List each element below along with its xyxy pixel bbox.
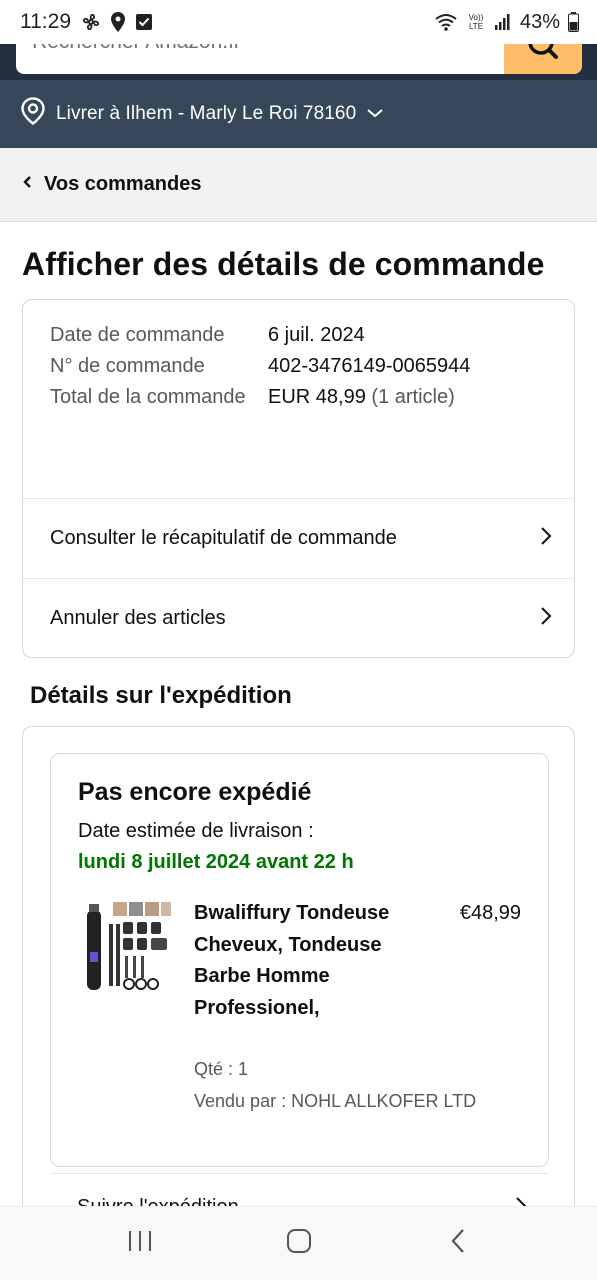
shipment-section-title: Détails sur l'expédition	[30, 682, 292, 709]
order-number-value: 402-3476149-0065944	[268, 355, 471, 377]
view-order-summary-link[interactable]: Consulter le récapitulatif de commande	[23, 498, 574, 578]
order-date-row: Date de commande 6 juil. 2024	[50, 320, 560, 351]
back-button[interactable]	[428, 1214, 488, 1274]
fan-icon	[81, 12, 101, 32]
chevron-down-icon	[366, 103, 384, 125]
product-price: €48,99	[459, 902, 521, 924]
chevron-right-icon	[515, 1196, 527, 1206]
search-placeholder: Rechercher Amazon.fr	[32, 44, 241, 54]
search-input[interactable]: Rechercher Amazon.fr	[16, 44, 582, 74]
estimated-delivery-date: lundi 8 juillet 2024 avant 22 h	[78, 851, 354, 873]
order-number-label: N° de commande	[50, 355, 205, 377]
estimated-delivery-label: Date estimée de livraison :	[78, 820, 314, 842]
home-icon	[286, 1228, 312, 1259]
page-title: Afficher des détails de commande	[22, 246, 545, 282]
search-button[interactable]	[504, 44, 582, 74]
status-bar: 11:29 Vo)) LTE 43%	[0, 0, 597, 44]
order-total-row: Total de la commande EUR 48,99 (1 articl…	[50, 382, 560, 413]
recent-apps-button[interactable]	[110, 1214, 170, 1274]
shipment-status: Pas encore expédié	[78, 778, 312, 806]
order-total-value: EUR 48,99 (1 article)	[268, 382, 455, 413]
search-icon	[523, 44, 563, 74]
svg-text:Vo)): Vo))	[469, 13, 484, 22]
track-shipment-label: Suivre l'expédition	[77, 1196, 239, 1206]
back-nav-label: Vos commandes	[44, 173, 202, 195]
product-title-link[interactable]: Bwaliffury Tondeuse Cheveux, Tondeuse Ba…	[194, 898, 434, 1024]
view-order-summary-label: Consulter le récapitulatif de commande	[50, 527, 397, 549]
shipment-card: Pas encore expédié Date estimée de livra…	[22, 726, 575, 1206]
volte-icon: Vo)) LTE	[466, 12, 486, 32]
order-info: Date de commande 6 juil. 2024 N° de comm…	[50, 320, 560, 413]
location-pin-icon	[111, 12, 125, 32]
cancel-items-label: Annuler des articles	[50, 607, 226, 629]
delivery-label: Livrer à Ilhem - Marly Le Roi 78160	[56, 103, 357, 124]
location-icon	[20, 97, 46, 131]
battery-percent: 43%	[519, 10, 560, 33]
wifi-icon	[434, 12, 458, 32]
order-total-label: Total de la commande	[50, 386, 246, 408]
product-seller: Vendu par : NOHL ALLKOFER LTD	[194, 1091, 477, 1111]
back-to-orders-link[interactable]: Vos commandes	[0, 148, 597, 222]
search-header: Rechercher Amazon.fr	[0, 44, 597, 80]
svg-text:LTE: LTE	[469, 22, 483, 31]
track-shipment-link[interactable]: Suivre l'expédition	[50, 1173, 549, 1206]
chevron-right-icon	[540, 526, 552, 552]
order-number-row: N° de commande 402-3476149-0065944	[50, 351, 560, 382]
cancel-items-link[interactable]: Annuler des articles	[23, 578, 574, 658]
product-image[interactable]	[81, 900, 173, 996]
order-article-count: (1 article)	[371, 386, 455, 408]
shipment-item-card: Pas encore expédié Date estimée de livra…	[50, 753, 549, 1167]
chevron-left-icon	[22, 173, 32, 196]
main-content: Afficher des détails de commande Date de…	[0, 222, 597, 1206]
status-time: 11:29	[20, 10, 71, 33]
order-total-amount: EUR 48,99	[268, 386, 366, 408]
order-summary-card: Date de commande 6 juil. 2024 N° de comm…	[22, 299, 575, 658]
chevron-right-icon	[540, 606, 552, 632]
recent-apps-icon	[127, 1229, 153, 1258]
signal-icon	[494, 13, 512, 31]
back-icon	[449, 1227, 467, 1260]
delivery-location-bar[interactable]: Livrer à Ilhem - Marly Le Roi 78160	[0, 80, 597, 148]
home-button[interactable]	[269, 1214, 329, 1274]
product-quantity: Qté : 1	[194, 1059, 249, 1079]
order-date-value: 6 juil. 2024	[268, 324, 365, 346]
order-date-label: Date de commande	[50, 324, 225, 346]
checkbox-icon	[135, 13, 153, 31]
battery-icon	[568, 12, 579, 32]
android-navigation-bar	[0, 1206, 597, 1280]
